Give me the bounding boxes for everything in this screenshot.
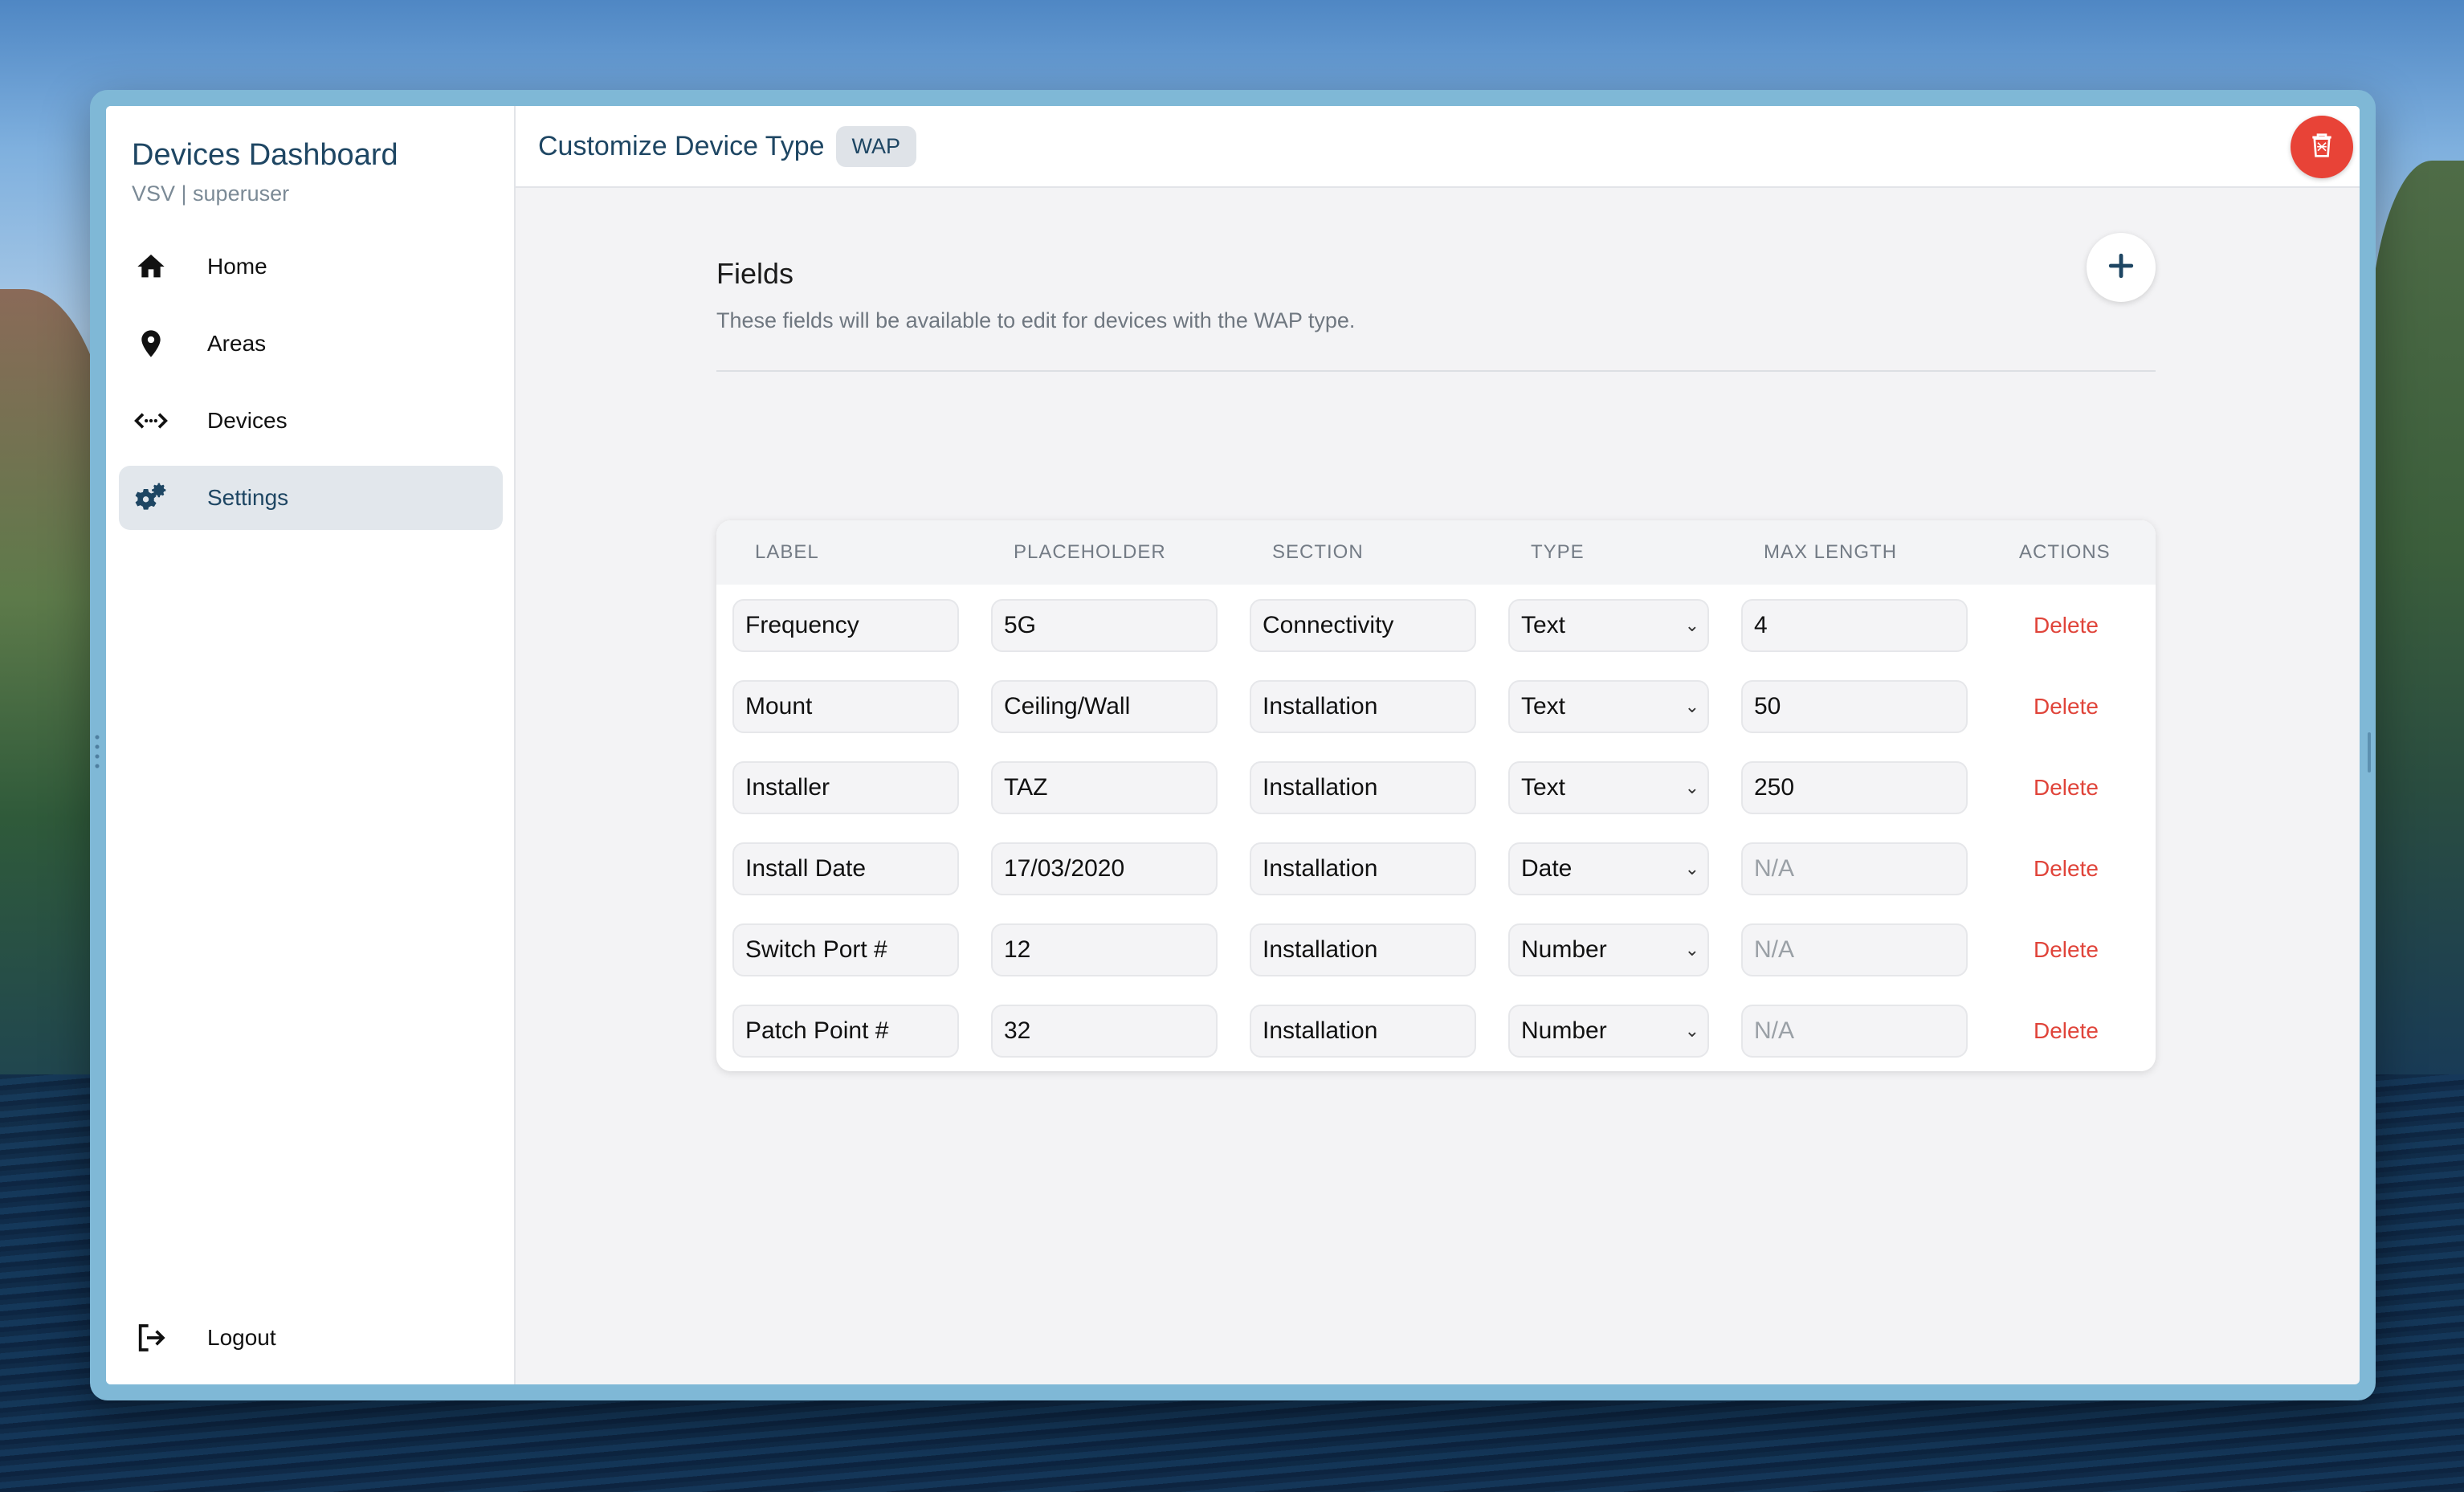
delete-field-button[interactable]: Delete <box>2034 1018 2099 1044</box>
code-arrows-icon <box>119 405 183 437</box>
type-select-value: Number <box>1521 1017 1607 1044</box>
fields-panel: Fields These fields will be available to… <box>716 233 2156 1071</box>
sidebar-nav: Home Areas Devices Settings <box>119 234 503 543</box>
column-header-label: LABEL <box>755 541 819 563</box>
page-title: Customize Device Type <box>538 130 825 161</box>
trash-icon <box>2306 129 2338 165</box>
fields-table: LABEL PLACEHOLDER SECTION TYPE MAX LENGT… <box>716 520 2156 1071</box>
section-input[interactable]: Installation <box>1250 923 1476 976</box>
type-select[interactable]: Text ⌄ <box>1508 679 1709 733</box>
delete-field-button[interactable]: Delete <box>2034 613 2099 638</box>
fields-description: These fields will be available to edit f… <box>716 308 1356 332</box>
label-input[interactable]: Switch Port # <box>732 923 959 976</box>
label-input[interactable]: Mount <box>732 679 959 733</box>
section-input[interactable]: Installation <box>1250 1004 1476 1058</box>
logout-section: Logout <box>119 1306 503 1370</box>
placeholder-input[interactable]: 17/03/2020 <box>991 842 1218 895</box>
placeholder-input[interactable]: 32 <box>991 1004 1218 1058</box>
section-input[interactable]: Connectivity <box>1250 598 1476 652</box>
table-row: Patch Point # 32 Installation Number ⌄ N/… <box>716 990 2156 1071</box>
type-select[interactable]: Text ⌄ <box>1508 598 1709 652</box>
logout-icon <box>119 1322 183 1354</box>
app-container: Devices Dashboard VSV | superuser Home A… <box>106 106 2360 1384</box>
sidebar-item-areas[interactable]: Areas <box>119 312 503 376</box>
section-input[interactable]: Installation <box>1250 679 1476 733</box>
delete-field-button[interactable]: Delete <box>2034 775 2099 801</box>
plus-icon <box>2107 252 2135 283</box>
table-row: Install Date 17/03/2020 Installation Dat… <box>716 828 2156 909</box>
sidebar: Devices Dashboard VSV | superuser Home A… <box>106 106 516 1384</box>
placeholder-input[interactable]: 12 <box>991 923 1218 976</box>
type-select[interactable]: Text ⌄ <box>1508 760 1709 814</box>
logout-button[interactable]: Logout <box>119 1306 503 1370</box>
type-select-value: Date <box>1521 854 1573 882</box>
sidebar-item-label: Home <box>207 254 267 279</box>
type-select-value: Number <box>1521 936 1607 963</box>
logout-label: Logout <box>207 1325 276 1350</box>
label-input[interactable]: Install Date <box>732 842 959 895</box>
delete-field-button[interactable]: Delete <box>2034 856 2099 882</box>
table-header: LABEL PLACEHOLDER SECTION TYPE MAX LENGT… <box>716 520 2156 585</box>
top-bar: Customize Device Type WAP <box>516 106 2360 188</box>
table-row: Switch Port # 12 Installation Number ⌄ N/… <box>716 909 2156 990</box>
type-select[interactable]: Date ⌄ <box>1508 842 1709 895</box>
sidebar-item-label: Devices <box>207 408 288 433</box>
chevron-down-icon: ⌄ <box>1684 858 1699 878</box>
label-input[interactable]: Installer <box>732 760 959 814</box>
column-header-actions: ACTIONS <box>2019 541 2111 563</box>
add-field-button[interactable] <box>2087 233 2156 302</box>
desktop-hill-right <box>2368 161 2464 1124</box>
sidebar-item-settings[interactable]: Settings <box>119 466 503 530</box>
settings-gear-icon <box>119 480 183 516</box>
window-resize-handle-left[interactable] <box>95 732 100 772</box>
app-title: Devices Dashboard <box>132 138 398 172</box>
section-input[interactable]: Installation <box>1250 760 1476 814</box>
sidebar-item-label: Areas <box>207 331 267 356</box>
device-type-badge: WAP <box>835 125 917 167</box>
max-length-input[interactable]: N/A <box>1741 1004 1968 1058</box>
type-select-value: Text <box>1521 773 1566 801</box>
placeholder-input[interactable]: Ceiling/Wall <box>991 679 1218 733</box>
sidebar-item-devices[interactable]: Devices <box>119 389 503 453</box>
label-input[interactable]: Patch Point # <box>732 1004 959 1058</box>
sidebar-item-home[interactable]: Home <box>119 234 503 299</box>
placeholder-input[interactable]: TAZ <box>991 760 1218 814</box>
app-window: Devices Dashboard VSV | superuser Home A… <box>90 90 2376 1400</box>
max-length-input[interactable]: 250 <box>1741 760 1968 814</box>
delete-device-type-button[interactable] <box>2291 116 2353 178</box>
column-header-max-length: MAX LENGTH <box>1764 541 1898 563</box>
app-subtitle: VSV | superuser <box>132 181 290 206</box>
chevron-down-icon: ⌄ <box>1684 695 1699 716</box>
type-select-value: Text <box>1521 692 1566 720</box>
section-divider <box>716 370 2156 372</box>
chevron-down-icon: ⌄ <box>1684 939 1699 960</box>
label-input[interactable]: Frequency <box>732 598 959 652</box>
delete-field-button[interactable]: Delete <box>2034 937 2099 963</box>
map-pin-icon <box>119 328 183 360</box>
max-length-input[interactable]: 50 <box>1741 679 1968 733</box>
placeholder-input[interactable]: 5G <box>991 598 1218 652</box>
fields-title: Fields <box>716 257 794 290</box>
column-header-section: SECTION <box>1272 541 1364 563</box>
type-select[interactable]: Number ⌄ <box>1508 1004 1709 1058</box>
max-length-input[interactable]: 4 <box>1741 598 1968 652</box>
sidebar-item-label: Settings <box>207 485 289 510</box>
table-row: Frequency 5G Connectivity Text ⌄ 4 Delete <box>716 585 2156 666</box>
chevron-down-icon: ⌄ <box>1684 777 1699 797</box>
window-resize-handle-right[interactable] <box>2368 732 2371 772</box>
section-input[interactable]: Installation <box>1250 842 1476 895</box>
column-header-placeholder: PLACEHOLDER <box>1014 541 1166 563</box>
table-row: Mount Ceiling/Wall Installation Text ⌄ 50… <box>716 666 2156 747</box>
home-icon <box>119 251 183 283</box>
chevron-down-icon: ⌄ <box>1684 1020 1699 1041</box>
type-select[interactable]: Number ⌄ <box>1508 923 1709 976</box>
main-content: Customize Device Type WAP Fields These f… <box>516 106 2360 1384</box>
table-row: Installer TAZ Installation Text ⌄ 250 Del… <box>716 747 2156 828</box>
max-length-input[interactable]: N/A <box>1741 923 1968 976</box>
chevron-down-icon: ⌄ <box>1684 614 1699 635</box>
max-length-input[interactable]: N/A <box>1741 842 1968 895</box>
delete-field-button[interactable]: Delete <box>2034 694 2099 720</box>
type-select-value: Text <box>1521 611 1566 638</box>
column-header-type: TYPE <box>1531 541 1585 563</box>
